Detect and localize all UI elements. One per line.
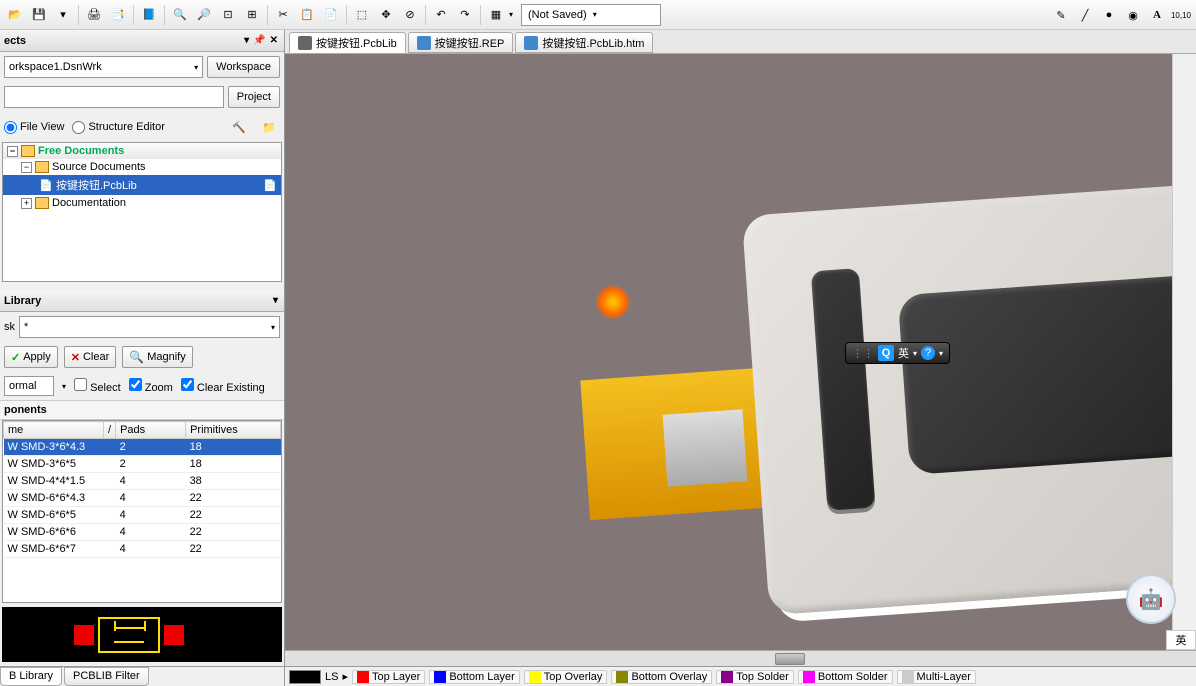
view-config-value: (Not Saved) [528, 9, 587, 21]
panel-bottom-tabs: B Library PCBLIB Filter [0, 666, 284, 686]
right-toolbar-collapsed[interactable] [1172, 54, 1196, 650]
table-row[interactable]: W SMD-4*4*1.5438 [4, 473, 281, 490]
project-dropdown[interactable] [4, 86, 224, 108]
table-row[interactable]: W SMD-6*6*7422 [4, 541, 281, 558]
doc-tab-pcblib[interactable]: 按键按钮.PcbLib [289, 32, 406, 53]
zoom-out-icon[interactable]: 🔎 [193, 4, 215, 26]
doc-tab-rep[interactable]: 按键按钮.REP [408, 32, 514, 53]
layer-top[interactable]: Top Layer [352, 670, 425, 684]
components-table[interactable]: me / Pads Primitives W SMD-3*6*4.3218W S… [2, 420, 282, 603]
table-row[interactable]: W SMD-3*6*4.3218 [4, 439, 281, 456]
clear-button[interactable]: ✕Clear [64, 346, 117, 368]
chevron-down-icon[interactable]: ▾ [273, 295, 278, 306]
ls-label: LS [325, 671, 338, 683]
pcb-3d-canvas[interactable]: ⋮⋮ Q 英▾ ?▾ 🤖 英 [285, 54, 1196, 650]
zoom-fit-icon[interactable]: ⊡ [217, 4, 239, 26]
current-layer-swatch [289, 670, 321, 684]
project-tree[interactable]: −Free Documents −Source Documents 📄按键按钮.… [2, 142, 282, 282]
print-icon[interactable]: 🖨 [83, 4, 105, 26]
deselect-icon[interactable]: ⊘ [399, 4, 421, 26]
assistant-bubble-icon[interactable]: 🤖 [1126, 574, 1176, 624]
mask-label: sk [4, 321, 15, 333]
mode-dropdown[interactable]: ormal [4, 376, 54, 396]
line-icon[interactable]: ╱ [1074, 4, 1096, 26]
horizontal-scrollbar[interactable] [285, 650, 1196, 666]
layer-multi[interactable]: Multi-Layer [897, 670, 976, 684]
layer-bottom-overlay[interactable]: Bottom Overlay [611, 670, 712, 684]
workspace-dropdown[interactable]: orkspace1.DsnWrk ▾ [4, 56, 203, 78]
book-icon[interactable]: 📘 [138, 4, 160, 26]
folder-icon[interactable]: 📁 [258, 116, 280, 138]
copy-icon[interactable]: 📋 [296, 4, 318, 26]
scroll-thumb[interactable] [775, 653, 805, 665]
select-checkbox[interactable]: Select [74, 378, 121, 394]
undo-icon[interactable]: ↶ [430, 4, 452, 26]
ime-toolbar[interactable]: ⋮⋮ Q 英▾ ?▾ [845, 342, 950, 364]
layer-top-overlay[interactable]: Top Overlay [524, 670, 608, 684]
compile-icon[interactable]: 🔨 [228, 116, 250, 138]
components-label: ponents [0, 400, 284, 420]
magnify-button[interactable]: 🔍Magnify [122, 346, 192, 368]
left-panel: ects ▾ 📌 ✕ orkspace1.DsnWrk ▾ Workspace … [0, 30, 285, 686]
tab-pcblib-filter[interactable]: PCBLIB Filter [64, 667, 149, 686]
help-icon[interactable]: ? [921, 346, 935, 360]
coord-icon[interactable]: 10,10 [1170, 4, 1192, 26]
tab-pcb-library[interactable]: B Library [0, 667, 62, 686]
pin-icon[interactable]: 📌 [253, 35, 265, 46]
close-icon[interactable]: ✕ [270, 35, 278, 46]
workspace-button[interactable]: Workspace [207, 56, 280, 78]
open-icon[interactable]: 📂 [4, 4, 26, 26]
save-icon[interactable]: 💾 [28, 4, 50, 26]
dropdown-arrow-icon[interactable]: ▾ [244, 35, 249, 46]
ime-status[interactable]: 英 [1166, 630, 1196, 650]
button-actuator [898, 272, 1196, 475]
main-toolbar: 📂 💾 ▾ 🖨 📑 📘 🔍 🔎 ⊡ ⊞ ✂ 📋 📄 ⬚ ✥ ⊘ ↶ ↷ ▦ ▾ … [0, 0, 1196, 30]
text-icon[interactable]: A [1146, 4, 1168, 26]
metal-contact-left [663, 409, 748, 486]
layer-top-solder[interactable]: Top Solder [716, 670, 794, 684]
ime-q-icon[interactable]: Q [878, 345, 894, 361]
view-config-dropdown[interactable]: (Not Saved) ▾ [521, 4, 661, 26]
via-icon[interactable]: ◉ [1122, 4, 1144, 26]
select-icon[interactable]: ⬚ [351, 4, 373, 26]
paste-icon[interactable]: 📄 [320, 4, 342, 26]
apply-button[interactable]: ✓Apply [4, 346, 58, 368]
project-button[interactable]: Project [228, 86, 280, 108]
projects-panel-header: ects ▾ 📌 ✕ [0, 30, 284, 52]
structure-editor-radio[interactable]: Structure Editor [72, 121, 164, 134]
footprint-preview [2, 607, 282, 662]
zoom-in-icon[interactable]: 🔍 [169, 4, 191, 26]
tree-file-selected[interactable]: 📄按键按钮.PcbLib📄 [3, 175, 281, 195]
table-row[interactable]: W SMD-3*6*5218 [4, 456, 281, 473]
file-view-radio[interactable]: File View [4, 121, 64, 134]
key-left [811, 268, 876, 511]
redo-icon[interactable]: ↷ [454, 4, 476, 26]
document-tabs: 按键按钮.PcbLib 按键按钮.REP 按键按钮.PcbLib.htm [285, 30, 1196, 54]
table-row[interactable]: W SMD-6*6*5422 [4, 507, 281, 524]
component-body [742, 173, 1196, 615]
cut-icon[interactable]: ✂ [272, 4, 294, 26]
preview-icon[interactable]: 📑 [107, 4, 129, 26]
doc-tab-htm[interactable]: 按键按钮.PcbLib.htm [515, 32, 653, 53]
zoom-checkbox[interactable]: Zoom [129, 378, 173, 394]
layer-bottom[interactable]: Bottom Layer [429, 670, 519, 684]
move-icon[interactable]: ✥ [375, 4, 397, 26]
dropdown-icon[interactable]: ▾ [52, 4, 74, 26]
edit-icon[interactable]: ✎ [1050, 4, 1072, 26]
grid-icon[interactable]: ▦ [485, 4, 507, 26]
zoom-selection-icon[interactable]: ⊞ [241, 4, 263, 26]
pad-icon[interactable]: ● [1098, 4, 1120, 26]
layer-tabs: LS ▸ Top Layer Bottom Layer Top Overlay … [285, 666, 1196, 686]
table-row[interactable]: W SMD-6*6*4.3422 [4, 490, 281, 507]
origin-marker-icon [588, 277, 639, 328]
layer-bottom-solder[interactable]: Bottom Solder [798, 670, 893, 684]
table-row[interactable]: W SMD-6*6*6422 [4, 524, 281, 541]
pcb-library-panel-header: Library ▾ [0, 290, 284, 312]
mask-input[interactable]: *▾ [19, 316, 280, 338]
editor-area: 按键按钮.PcbLib 按键按钮.REP 按键按钮.PcbLib.htm ⋮⋮ … [285, 30, 1196, 686]
clear-existing-checkbox[interactable]: Clear Existing [181, 378, 265, 394]
